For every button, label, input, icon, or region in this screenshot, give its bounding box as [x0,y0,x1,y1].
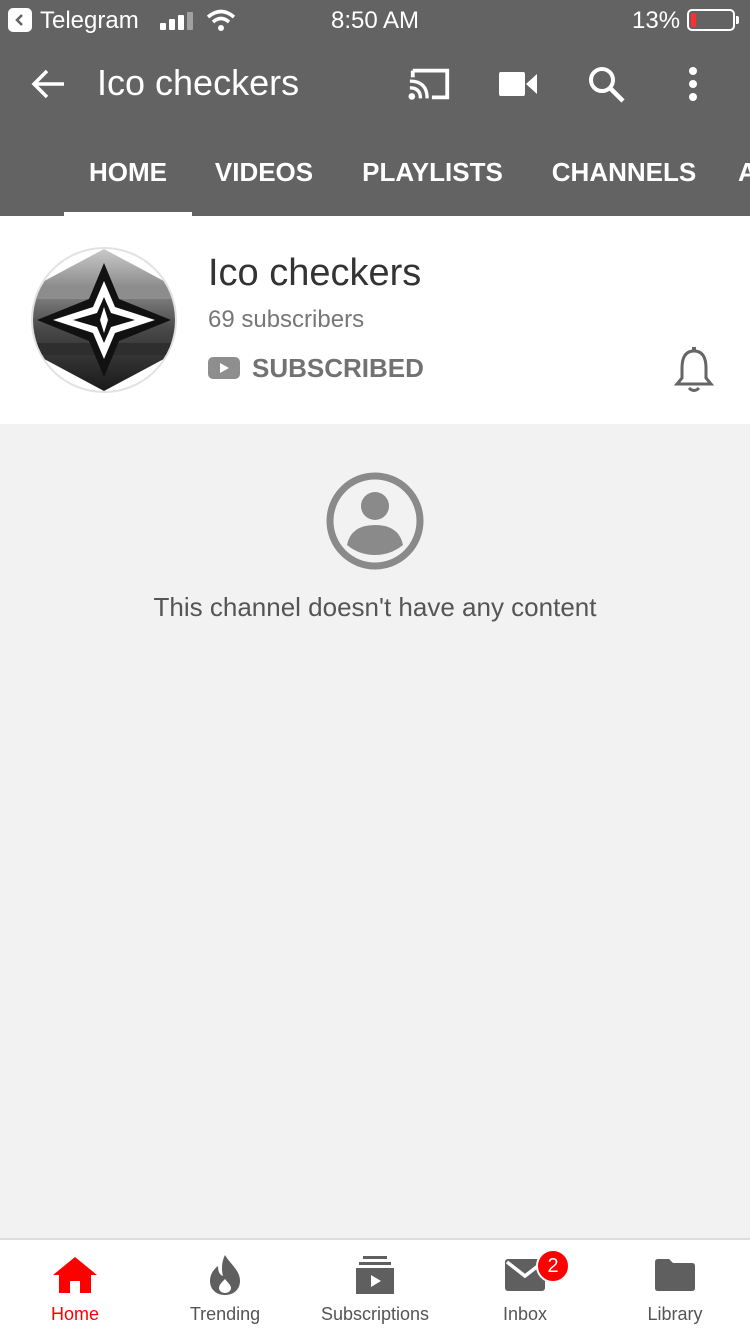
youtube-icon [208,357,240,379]
mail-icon [450,1254,600,1296]
tab-about[interactable]: A [738,128,750,216]
subscribed-button[interactable]: SUBSCRIBED [208,350,424,386]
battery-icon [687,9,739,31]
status-bar: Telegram 8:50 AM 13% [0,0,750,40]
nav-trending-label: Trending [189,1304,261,1324]
subscriptions-icon [300,1254,450,1296]
cast-icon[interactable] [408,62,452,106]
page-title: Ico checkers [97,62,300,103]
empty-state-message: This channel doesn't have any content [153,592,597,622]
video-camera-icon[interactable] [496,62,540,106]
back-arrow-icon[interactable] [26,62,70,106]
flame-icon [150,1254,300,1296]
more-vert-icon[interactable] [671,62,715,106]
nav-library[interactable]: Library [600,1240,750,1334]
subscriber-count: 69 subscribers [208,306,365,333]
bell-icon[interactable] [672,346,716,394]
home-icon [0,1254,150,1296]
nav-subscriptions-label: Subscriptions [320,1304,430,1324]
subscribed-label: SUBSCRIBED [252,352,424,383]
channel-tabs: HOME VIDEOS PLAYLISTS CHANNELS A [0,128,750,216]
nav-home[interactable]: Home [0,1240,150,1334]
tab-playlists[interactable]: PLAYLISTS [345,128,520,216]
tab-home[interactable]: HOME [64,128,192,216]
bottom-navigation: Home Trending Subscriptions Inbox 2 Libr… [0,1238,750,1334]
channel-name: Ico checkers [208,252,422,294]
account-circle-icon [325,471,425,571]
nav-inbox-label: Inbox [502,1304,548,1324]
search-icon[interactable] [584,62,628,106]
nav-home-label: Home [50,1304,99,1324]
app-bar: Ico checkers [0,40,750,128]
channel-avatar[interactable] [31,247,177,393]
inbox-badge: 2 [536,1249,570,1283]
tab-videos[interactable]: VIDEOS [200,128,328,216]
nav-subscriptions[interactable]: Subscriptions [300,1240,450,1334]
channel-header: Ico checkers 69 subscribers SUBSCRIBED [0,216,750,424]
nav-library-label: Library [647,1304,703,1324]
nav-trending[interactable]: Trending [150,1240,300,1334]
nav-inbox[interactable]: Inbox [450,1240,600,1334]
battery-percent: 13% [632,7,681,34]
tab-channels[interactable]: CHANNELS [538,128,710,216]
folder-icon [600,1254,750,1296]
